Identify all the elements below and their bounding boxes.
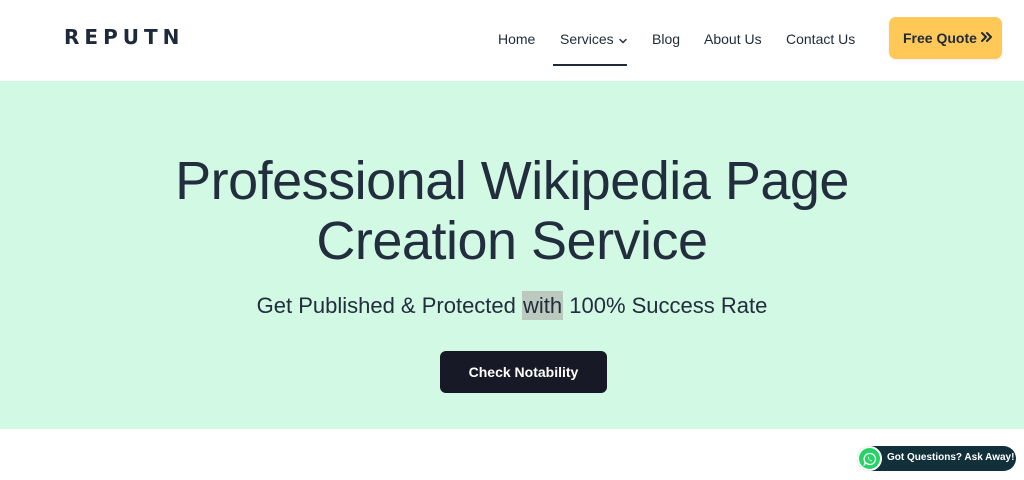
hero-section: Professional Wikipedia Page Creation Ser… <box>0 81 1024 429</box>
double-chevron-right-icon <box>980 30 994 47</box>
hero-subtitle: Get Published & Protected with 100% Succ… <box>0 291 1024 320</box>
chevron-down-icon <box>618 31 627 47</box>
nav-item-contact-us[interactable]: Contact Us <box>786 31 855 51</box>
hero-title-line-2: Creation Service <box>316 211 708 271</box>
whatsapp-icon <box>857 446 882 471</box>
hero-subtitle-highlight: with <box>522 291 564 320</box>
nav-item-blog[interactable]: Blog <box>652 31 680 51</box>
whatsapp-chat-button[interactable]: Got Questions? Ask Away! <box>857 446 1016 471</box>
site-logo[interactable]: REPUTN <box>64 25 184 49</box>
free-quote-button[interactable]: Free Quote <box>889 17 1002 59</box>
check-notability-button[interactable]: Check Notability <box>440 351 607 393</box>
free-quote-label: Free Quote <box>903 30 977 46</box>
page: REPUTN Home Services Blog About Us Conta… <box>0 0 1024 480</box>
hero-subtitle-start: Get Published & Protected <box>256 293 522 318</box>
site-header: REPUTN Home Services Blog About Us Conta… <box>0 0 1024 81</box>
nav-item-services[interactable]: Services <box>560 31 627 51</box>
nav-item-home[interactable]: Home <box>498 31 535 51</box>
nav-item-about-us[interactable]: About Us <box>704 31 762 51</box>
active-nav-indicator <box>553 64 627 66</box>
hero-title-line-1: Professional Wikipedia Page <box>175 151 849 211</box>
hero-subtitle-end: 100% Success Rate <box>563 293 768 318</box>
hero-title: Professional Wikipedia Page Creation Ser… <box>0 151 1024 271</box>
chat-label: Got Questions? Ask Away! <box>887 452 1015 463</box>
nav-item-services-label: Services <box>560 31 614 47</box>
